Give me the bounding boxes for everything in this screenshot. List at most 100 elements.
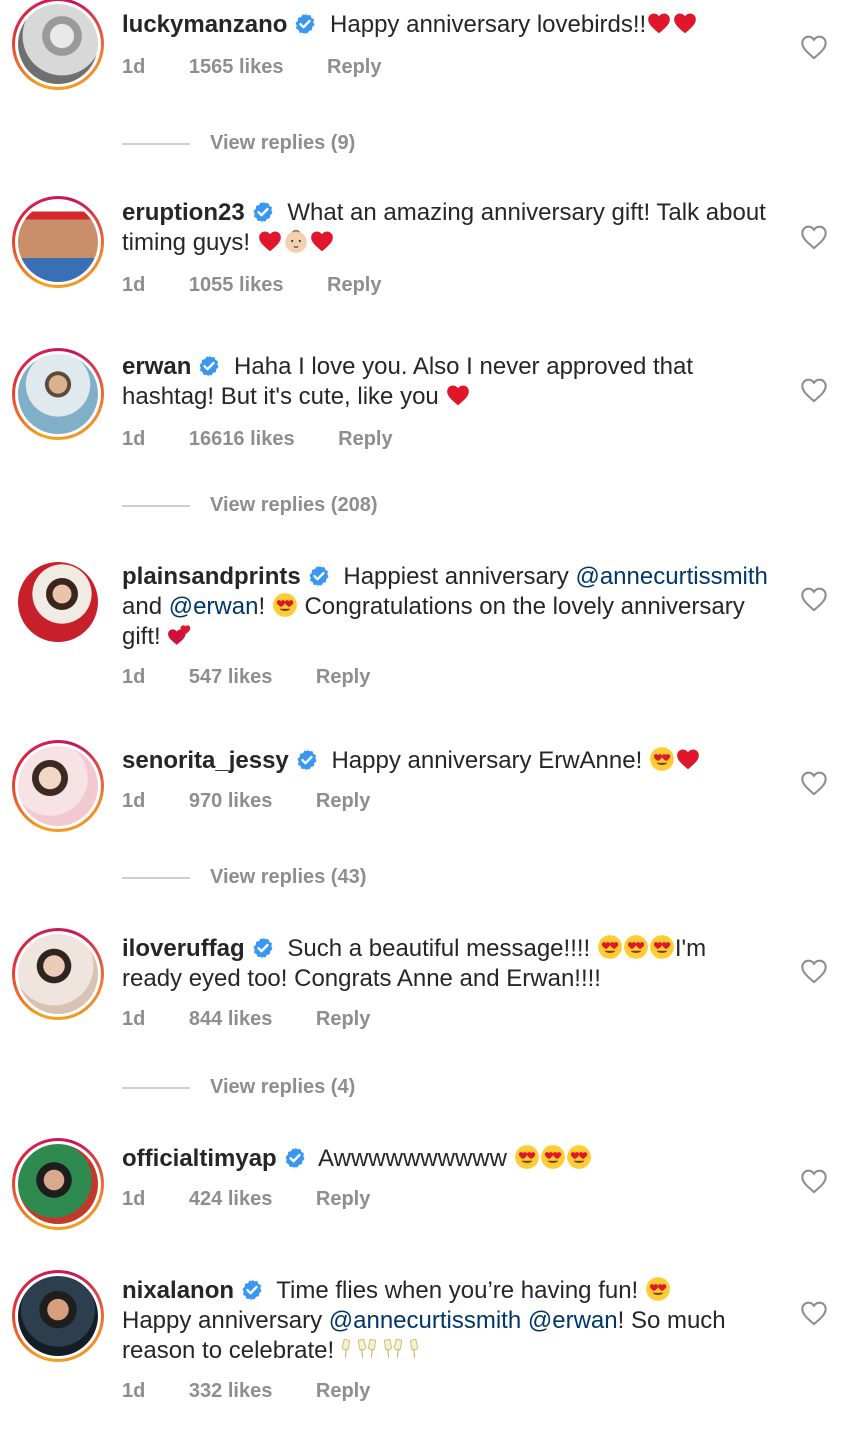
comment-time: 1d — [122, 790, 146, 812]
avatar — [18, 934, 98, 1014]
avatar-story-ring[interactable] — [12, 740, 104, 832]
clinking-glasses-emoji — [341, 1336, 367, 1362]
verified-badge-icon — [197, 354, 221, 378]
avatar-story-ring[interactable] — [12, 1270, 104, 1362]
likes-count[interactable]: 844 likes — [189, 1008, 272, 1031]
likes-count[interactable]: 16616 likes — [189, 428, 295, 451]
heart-eyes-emoji — [514, 1144, 540, 1170]
comment-time: 1d — [122, 1380, 146, 1402]
red-heart-emoji — [309, 228, 335, 254]
red-heart-emoji — [257, 228, 283, 254]
avatar-story-ring[interactable] — [12, 928, 104, 1020]
comment-meta: 1d 424 likes Reply — [122, 1188, 370, 1211]
avatar-story-ring[interactable] — [12, 0, 104, 90]
comment-body: Happiest anniversary — [336, 563, 576, 590]
red-heart-emoji — [672, 10, 698, 36]
comment-text: plainsandprints Happiest anniversary @an… — [122, 562, 772, 652]
reply-button[interactable]: Reply — [327, 56, 381, 79]
heart-eyes-emoji — [623, 934, 649, 960]
comment-body — [521, 1307, 528, 1334]
comment-time: 1d — [122, 666, 146, 688]
verified-badge-icon — [295, 748, 319, 772]
heart-outline-icon[interactable] — [800, 586, 828, 612]
verified-badge-icon — [293, 12, 317, 36]
comment-text: nixalanon Time flies when you’re having … — [122, 1276, 772, 1366]
reply-button[interactable]: Reply — [316, 790, 370, 813]
username[interactable]: senorita_jessy — [122, 747, 289, 774]
reply-button[interactable]: Reply — [316, 1188, 370, 1211]
username[interactable]: luckymanzano — [122, 11, 287, 38]
heart-eyes-emoji — [540, 1144, 566, 1170]
heart-outline-icon[interactable] — [800, 958, 828, 984]
verified-badge-icon — [283, 1146, 307, 1170]
clinking-glasses-emoji — [367, 1336, 393, 1362]
username[interactable]: officialtimyap — [122, 1145, 277, 1172]
heart-outline-icon[interactable] — [800, 1168, 828, 1194]
reply-button[interactable]: Reply — [316, 666, 370, 689]
view-replies-button[interactable]: View replies (208) — [122, 494, 378, 517]
heart-outline-icon[interactable] — [800, 34, 828, 60]
divider — [122, 142, 190, 145]
mention-link[interactable]: @erwan — [169, 593, 259, 620]
mention-link[interactable]: @annecurtissmith — [329, 1307, 521, 1334]
red-heart-emoji — [445, 382, 471, 408]
reply-button[interactable]: Reply — [316, 1380, 370, 1403]
comment-body: Awwwwwwwwww — [312, 1145, 514, 1172]
avatar — [18, 1144, 98, 1224]
comment-body: Happy anniversary lovebirds!! — [323, 11, 647, 38]
red-heart-emoji — [646, 10, 672, 36]
comment-meta: 1d 16616 likes Reply — [122, 428, 393, 451]
comment-body: Such a beautiful message!!!! — [280, 935, 597, 962]
likes-count[interactable]: 424 likes — [189, 1188, 272, 1211]
heart-outline-icon[interactable] — [800, 377, 828, 403]
username[interactable]: plainsandprints — [122, 563, 301, 590]
comment-meta: 1d 332 likes Reply — [122, 1380, 370, 1403]
likes-count[interactable]: 547 likes — [189, 666, 272, 689]
heart-outline-icon[interactable] — [800, 770, 828, 796]
heart-eyes-emoji — [649, 746, 675, 772]
avatar-story-ring[interactable] — [12, 348, 104, 440]
comment-meta: 1d 547 likes Reply — [122, 666, 370, 689]
view-replies-button[interactable]: View replies (4) — [122, 1076, 355, 1099]
comment-meta: 1d 1055 likes Reply — [122, 274, 381, 297]
likes-count[interactable]: 970 likes — [189, 790, 272, 813]
comment-text: senorita_jessy Happy anniversary ErwAnne… — [122, 746, 772, 776]
likes-count[interactable]: 332 likes — [189, 1380, 272, 1403]
avatar — [18, 1276, 98, 1356]
reply-button[interactable]: Reply — [338, 428, 392, 451]
mention-link[interactable]: @erwan — [528, 1307, 618, 1334]
reply-button[interactable]: Reply — [316, 1008, 370, 1031]
comment-time: 1d — [122, 428, 146, 450]
view-replies-button[interactable]: View replies (9) — [122, 132, 355, 155]
comment-time: 1d — [122, 1188, 146, 1210]
avatar-story-ring — [12, 556, 104, 648]
comment-text: officialtimyap Awwwwwwwwww — [122, 1144, 772, 1174]
avatar-story-ring[interactable] — [12, 196, 104, 288]
heart-eyes-emoji — [649, 934, 675, 960]
likes-count[interactable]: 1055 likes — [189, 274, 284, 297]
username[interactable]: nixalanon — [122, 1277, 234, 1304]
heart-outline-icon[interactable] — [800, 224, 828, 250]
avatar-story-ring[interactable] — [12, 1138, 104, 1230]
username[interactable]: erwan — [122, 353, 191, 380]
comment-time: 1d — [122, 1008, 146, 1030]
mention-link[interactable]: @annecurtissmith — [575, 563, 767, 590]
heart-eyes-emoji — [272, 592, 298, 618]
likes-count[interactable]: 1565 likes — [189, 56, 284, 79]
username[interactable]: eruption23 — [122, 199, 245, 226]
heart-outline-icon[interactable] — [800, 1300, 828, 1326]
username[interactable]: iloveruffag — [122, 935, 245, 962]
heart-eyes-emoji — [566, 1144, 592, 1170]
avatar[interactable] — [18, 562, 98, 642]
avatar — [18, 354, 98, 434]
comment-meta: 1d 1565 likes Reply — [122, 56, 381, 79]
two-hearts-emoji — [167, 622, 193, 648]
view-replies-button[interactable]: View replies (43) — [122, 866, 366, 889]
heart-eyes-emoji — [597, 934, 623, 960]
divider — [122, 1086, 190, 1089]
comment-meta: 1d 844 likes Reply — [122, 1008, 370, 1031]
reply-button[interactable]: Reply — [327, 274, 381, 297]
divider — [122, 504, 190, 507]
verified-badge-icon — [251, 936, 275, 960]
comment-text: erwan Haha I love you. Also I never appr… — [122, 352, 772, 412]
